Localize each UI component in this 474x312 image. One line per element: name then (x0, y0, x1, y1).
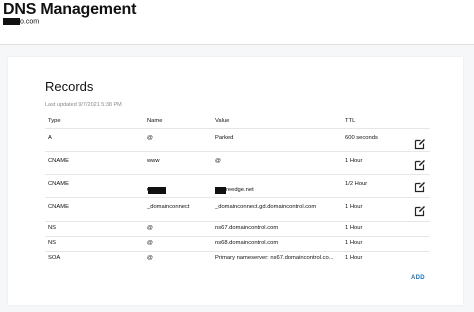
record-value: ns68.domaincontrol.com (215, 240, 279, 246)
record-ttl: 1 Hour (345, 204, 363, 210)
record-ttl: 1/2 Hour (345, 181, 368, 187)
record-type: A (48, 135, 52, 141)
edit-icon[interactable] (414, 159, 426, 171)
record-type: CNAME (48, 181, 69, 187)
column-name: Name (147, 118, 163, 124)
table-row: CNAME _domainconnect _domainconnect.gd.d… (45, 197, 430, 222)
record-ttl: 1 Hour (345, 255, 363, 261)
record-value: Parked (215, 135, 234, 141)
record-name: @ (147, 240, 153, 246)
column-ttl: TTL (345, 118, 356, 124)
column-value: Value (215, 118, 230, 124)
record-name: _domainconnect (147, 204, 190, 210)
record-value: ns67.domaincontrol.com (215, 225, 279, 231)
record-value: @ (215, 158, 221, 164)
table-row: NS @ ns68.domaincontrol.com 1 Hour (45, 236, 430, 252)
table-row: A @ Parked 600 seconds (45, 128, 430, 152)
record-name: @ (147, 225, 153, 231)
page-header: DNS Management o.com (0, 0, 474, 45)
edit-icon[interactable] (414, 181, 426, 193)
table-row: CNAME www @ 1 Hour (45, 151, 430, 175)
record-ttl: 1 Hour (345, 225, 363, 231)
page-title: DNS Management (3, 1, 137, 18)
table-row: NS @ ns67.domaincontrol.com 1 Hour (45, 221, 430, 237)
record-type: CNAME (48, 204, 69, 210)
record-name: @ (147, 135, 153, 141)
records-card: Records Last updated 9/7/2021 5:38 PM Ty… (8, 57, 463, 305)
record-name: www (147, 158, 160, 164)
table-row: SOA @ Primary nameserver: ns67.domaincon… (45, 251, 430, 267)
column-type: Type (48, 118, 61, 124)
record-value: Primary nameserver: ns67.domaincontrol.c… (215, 255, 334, 261)
domain-suffix: o.com (20, 18, 40, 26)
table-header: Type Name Value TTL (45, 118, 430, 128)
edit-icon[interactable] (414, 205, 426, 217)
record-name: @ (147, 255, 153, 261)
redaction-block (3, 18, 20, 25)
record-ttl: 1 Hour (345, 158, 363, 164)
record-value: _domainconnect.gd.domaincontrol.com (215, 204, 317, 210)
name-suffix: o.com (147, 187, 163, 193)
domain-name: o.com (3, 18, 39, 25)
record-type: NS (48, 225, 57, 231)
add-record-button[interactable]: ADD (411, 275, 425, 281)
record-ttl: 600 seconds (345, 135, 378, 141)
record-type: SOA (48, 255, 61, 261)
records-heading: Records (45, 79, 94, 94)
record-type: NS (48, 240, 57, 246)
record-type: CNAME (48, 158, 69, 164)
value-suffix: .azureedge.net (215, 187, 254, 193)
table-row: CNAME wwwo.com .azureedge.net 1/2 Hour (45, 174, 430, 198)
edit-icon[interactable] (414, 138, 426, 150)
last-updated: Last updated 9/7/2021 5:38 PM (45, 102, 122, 108)
record-ttl: 1 Hour (345, 240, 363, 246)
